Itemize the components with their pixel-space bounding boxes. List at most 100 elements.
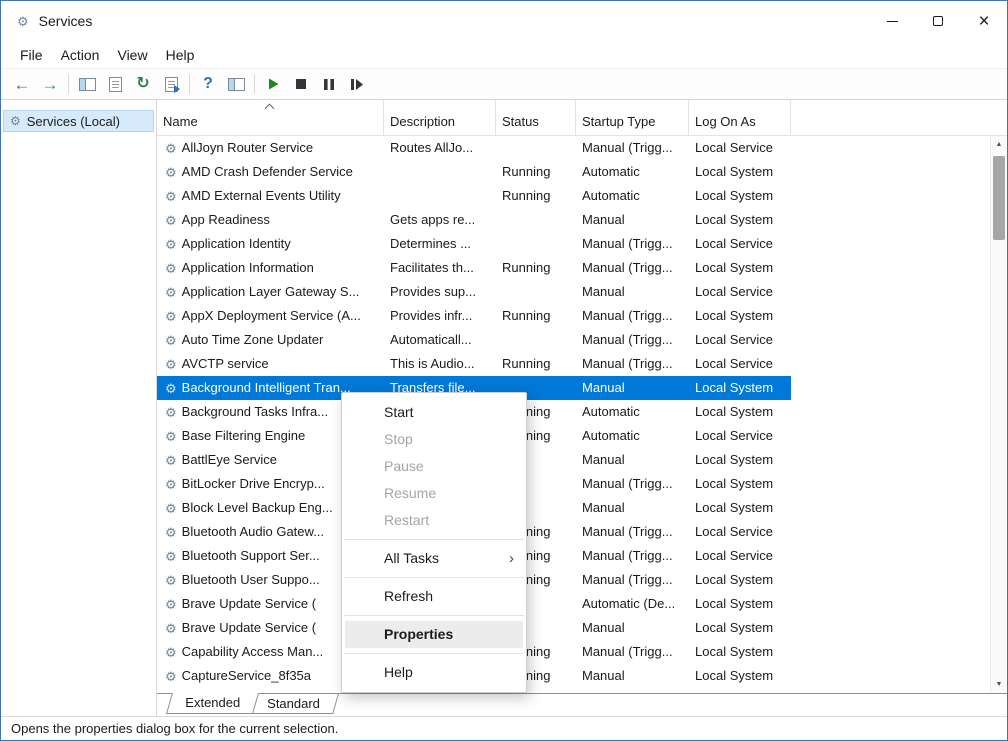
- sort-ascending-icon: [265, 103, 275, 111]
- table-row[interactable]: ⚙ Auto Time Zone Updater Automaticall...…: [157, 328, 1007, 352]
- service-startup-type-cell: Manual: [576, 208, 689, 232]
- service-log-on-as-cell: Local Service: [689, 520, 791, 544]
- start-service-button[interactable]: [260, 71, 286, 97]
- pause-service-button[interactable]: [316, 71, 342, 97]
- service-gear-icon: ⚙: [165, 166, 177, 179]
- table-row[interactable]: ⚙ Bluetooth Support Ser... Running Manua…: [157, 544, 1007, 568]
- table-row[interactable]: ⚙ Block Level Backup Eng... Manual Local…: [157, 496, 1007, 520]
- table-row[interactable]: ⚙ Bluetooth Audio Gatew... Running Manua…: [157, 520, 1007, 544]
- column-header-description[interactable]: Description: [384, 100, 496, 135]
- show-console-tree-button[interactable]: [74, 71, 100, 97]
- restart-service-button[interactable]: [344, 71, 370, 97]
- action-pane-icon: [228, 78, 245, 91]
- service-log-on-as-cell: Local System: [689, 664, 791, 688]
- menu-help[interactable]: Help: [157, 44, 204, 66]
- menu-view[interactable]: View: [108, 44, 156, 66]
- maximize-button[interactable]: [915, 1, 961, 41]
- scrollbar-thumb[interactable]: [993, 156, 1005, 240]
- minimize-icon: [887, 21, 898, 22]
- table-row[interactable]: ⚙ Background Intelligent Tran... Transfe…: [157, 376, 1007, 400]
- services-window: ⚙ Services × File Action View Help ← → ↻…: [0, 0, 1008, 741]
- menu-item-properties[interactable]: Properties: [345, 621, 523, 648]
- service-gear-icon: ⚙: [165, 286, 177, 299]
- table-row[interactable]: ⚙ Capability Access Man... Running Manua…: [157, 640, 1007, 664]
- service-startup-type-cell: Manual (Trigg...: [576, 520, 689, 544]
- menu-item-refresh[interactable]: Refresh: [342, 583, 526, 610]
- toolbar-separator: [254, 74, 255, 94]
- service-log-on-as-cell: Local System: [689, 448, 791, 472]
- service-status-cell: [496, 280, 576, 304]
- table-row[interactable]: ⚙ Background Tasks Infra... Running Auto…: [157, 400, 1007, 424]
- column-header-status[interactable]: Status: [496, 100, 576, 135]
- column-header-log-on-as[interactable]: Log On As: [689, 100, 791, 135]
- table-row[interactable]: ⚙ Application Identity Determines ... Ma…: [157, 232, 1007, 256]
- table-row[interactable]: ⚙ BitLocker Drive Encryp... Manual (Trig…: [157, 472, 1007, 496]
- menu-item-start[interactable]: Start: [342, 399, 526, 426]
- menu-separator: [344, 539, 524, 540]
- service-name: AMD External Events Utility: [182, 184, 341, 208]
- menu-separator: [344, 615, 524, 616]
- table-row[interactable]: ⚙ AMD External Events Utility Running Au…: [157, 184, 1007, 208]
- service-gear-icon: ⚙: [165, 382, 177, 395]
- table-row[interactable]: ⚙ AMD Crash Defender Service Running Aut…: [157, 160, 1007, 184]
- table-row[interactable]: ⚙ AppX Deployment Service (A... Provides…: [157, 304, 1007, 328]
- service-log-on-as-cell: Local Service: [689, 424, 791, 448]
- view-tabs: Extended Standard: [157, 693, 1007, 716]
- table-row[interactable]: ⚙ App Readiness Gets apps re... Manual L…: [157, 208, 1007, 232]
- back-button[interactable]: ←: [9, 71, 35, 97]
- vertical-scrollbar[interactable]: ▲ ▼: [990, 136, 1007, 693]
- table-row[interactable]: ⚙ Base Filtering Engine Running Automati…: [157, 424, 1007, 448]
- close-button[interactable]: ×: [961, 1, 1007, 41]
- service-gear-icon: ⚙: [165, 262, 177, 275]
- service-name: CaptureService_8f35a: [182, 664, 311, 688]
- refresh-toolbar-button[interactable]: ↻: [130, 71, 156, 97]
- pause-icon: [324, 79, 334, 90]
- table-row[interactable]: ⚙ AllJoyn Router Service Routes AllJo...…: [157, 136, 1007, 160]
- table-row[interactable]: ⚙ Brave Update Service ( Manual Local Sy…: [157, 616, 1007, 640]
- service-name: Base Filtering Engine: [182, 424, 306, 448]
- table-row[interactable]: ⚙ CaptureService_8f35a Running Manual Lo…: [157, 664, 1007, 688]
- service-startup-type-cell: Manual (Trigg...: [576, 232, 689, 256]
- forward-button[interactable]: →: [37, 71, 63, 97]
- menu-separator: [344, 577, 524, 578]
- service-description-cell: [384, 184, 496, 208]
- tab-standard[interactable]: Standard: [248, 694, 339, 714]
- window-title: Services: [39, 13, 93, 29]
- table-row[interactable]: ⚙ Bluetooth User Suppo... Running Manual…: [157, 568, 1007, 592]
- table-row[interactable]: ⚙ Brave Update Service ( Automatic (De..…: [157, 592, 1007, 616]
- menu-item-stop: Stop: [342, 426, 526, 453]
- menu-file[interactable]: File: [11, 44, 52, 66]
- sidebar-item-label: Services (Local): [27, 114, 120, 129]
- stop-service-button[interactable]: [288, 71, 314, 97]
- properties-toolbar-button[interactable]: [102, 71, 128, 97]
- scroll-up-button[interactable]: ▲: [991, 136, 1007, 153]
- service-name: Background Intelligent Tran...: [182, 376, 351, 400]
- table-row[interactable]: ⚙ Application Layer Gateway S... Provide…: [157, 280, 1007, 304]
- back-arrow-icon: ←: [14, 76, 31, 93]
- service-name: AppX Deployment Service (A...: [182, 304, 361, 328]
- service-gear-icon: ⚙: [165, 214, 177, 227]
- export-list-button[interactable]: [158, 71, 184, 97]
- service-startup-type-cell: Automatic: [576, 160, 689, 184]
- menu-item-all-tasks[interactable]: All Tasks ›: [342, 545, 526, 572]
- table-row[interactable]: ⚙ Application Information Facilitates th…: [157, 256, 1007, 280]
- sidebar-item-services-local[interactable]: ⚙ Services (Local): [3, 110, 154, 132]
- scroll-down-button[interactable]: ▼: [991, 676, 1007, 693]
- tab-extended[interactable]: Extended: [166, 693, 259, 714]
- table-row[interactable]: ⚙ BattlEye Service Manual Local System: [157, 448, 1007, 472]
- services-list-panel: Name Description Status Startup Type Log…: [157, 100, 1007, 716]
- table-row[interactable]: ⚙ AVCTP service This is Audio... Running…: [157, 352, 1007, 376]
- service-status-cell: [496, 328, 576, 352]
- services-node-icon: ⚙: [10, 115, 21, 127]
- show-action-pane-button[interactable]: [223, 71, 249, 97]
- column-header-startup-type[interactable]: Startup Type: [576, 100, 689, 135]
- menu-action[interactable]: Action: [52, 44, 109, 66]
- service-name-cell: ⚙ Application Layer Gateway S...: [157, 280, 384, 304]
- minimize-button[interactable]: [869, 1, 915, 41]
- menubar: File Action View Help: [1, 41, 1007, 68]
- menu-item-help[interactable]: Help: [342, 659, 526, 686]
- maximize-icon: [933, 16, 943, 26]
- service-startup-type-cell: Manual (Trigg...: [576, 568, 689, 592]
- help-toolbar-button[interactable]: ?: [195, 71, 221, 97]
- service-gear-icon: ⚙: [165, 190, 177, 203]
